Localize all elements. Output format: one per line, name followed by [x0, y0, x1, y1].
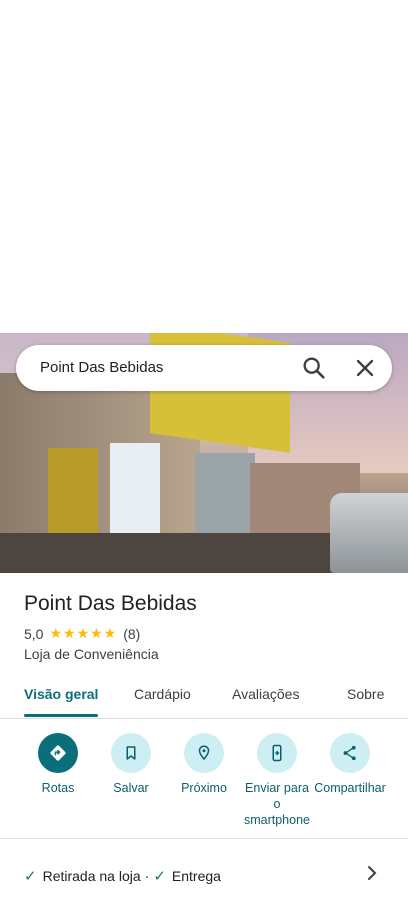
- place-category: Loja de Conveniência: [24, 646, 159, 662]
- map-area-blank: [0, 0, 408, 333]
- photo-door: [48, 448, 98, 543]
- send-to-phone-label: Enviar para o smartphone: [243, 781, 310, 827]
- tab-menu[interactable]: Cardápio: [134, 686, 191, 702]
- check-icon: ✓: [24, 868, 37, 885]
- service-pickup: Retirada na loja: [42, 868, 141, 884]
- service-separator: ·: [144, 868, 150, 884]
- place-title: Point Das Bebidas: [24, 592, 197, 615]
- save-label: Salvar: [113, 781, 149, 795]
- check-icon: ✓: [153, 868, 166, 885]
- service-options[interactable]: ✓ Retirada na loja · ✓ Entrega: [24, 867, 221, 885]
- nearby-button[interactable]: Próximo: [168, 733, 240, 796]
- tab-bar: Visão geral Cardápio Avaliações Sobre: [0, 680, 408, 719]
- send-to-phone-icon: [257, 733, 297, 773]
- directions-icon: [38, 733, 78, 773]
- rating-value: 5,0: [24, 625, 44, 642]
- search-bar[interactable]: Point Das Bebidas: [16, 345, 392, 391]
- rating-stars: ★★★★★: [49, 625, 118, 641]
- section-divider: [0, 838, 408, 839]
- share-icon: [330, 733, 370, 773]
- photo-car: [330, 493, 408, 573]
- share-label: Compartilhar: [314, 781, 386, 795]
- save-button[interactable]: Salvar: [95, 733, 167, 796]
- review-count[interactable]: (8): [123, 626, 140, 642]
- search-icon[interactable]: [300, 354, 328, 382]
- chevron-right-icon[interactable]: [364, 864, 380, 882]
- tab-reviews[interactable]: Avaliações: [232, 686, 299, 702]
- service-delivery: Entrega: [171, 868, 221, 884]
- send-to-phone-button[interactable]: Enviar para o smartphone: [241, 733, 313, 828]
- search-input[interactable]: Point Das Bebidas: [40, 359, 163, 376]
- nearby-label: Próximo: [181, 781, 227, 795]
- nearby-icon: [184, 733, 224, 773]
- tab-overview[interactable]: Visão geral: [24, 686, 98, 702]
- directions-label: Rotas: [41, 781, 75, 795]
- directions-button[interactable]: Rotas: [22, 733, 94, 796]
- close-icon[interactable]: [351, 354, 379, 382]
- tab-indicator: [24, 714, 98, 717]
- bookmark-icon: [111, 733, 151, 773]
- rating-row[interactable]: 5,0 ★★★★★ (8): [24, 625, 140, 642]
- share-button[interactable]: Compartilhar: [314, 733, 386, 796]
- tab-about[interactable]: Sobre: [347, 686, 384, 702]
